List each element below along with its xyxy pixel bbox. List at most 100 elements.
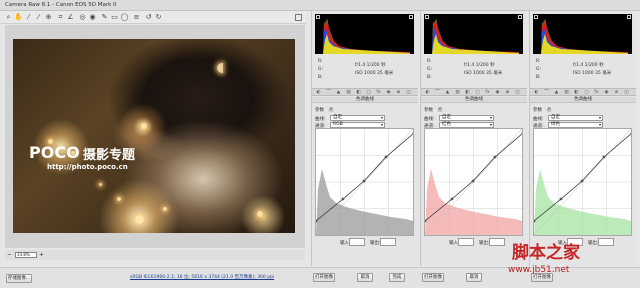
save-image-button[interactable]: 存储图像...	[6, 274, 32, 283]
curve-control-point	[384, 155, 388, 159]
tab-point[interactable]: 点	[329, 108, 334, 113]
white-balance-tool-icon[interactable]: ⁄	[24, 13, 33, 22]
tone-curve-editor[interactable]	[314, 128, 416, 236]
site-watermark-url: www.jb51.net	[508, 265, 570, 275]
curve-control-point	[450, 197, 454, 201]
tab-presets-icon[interactable]: ≣	[504, 90, 511, 95]
tab-point[interactable]: 点	[438, 108, 443, 113]
histogram	[315, 14, 414, 54]
shadow-clip-warning-icon[interactable]	[534, 15, 538, 19]
straighten-tool-icon[interactable]: ∠	[66, 13, 75, 22]
tab-detail-icon[interactable]: ▲	[553, 90, 560, 95]
tab-camera-calibration-icon[interactable]: ◉	[494, 90, 501, 95]
tab-hsl-icon[interactable]: ▤	[345, 90, 352, 95]
camera-info: R: G: B: f/1.4 1/200 秒 ISO 1000 35 毫米	[533, 56, 632, 86]
tone-curve-editor[interactable]	[423, 128, 525, 236]
input-field[interactable]	[458, 238, 474, 246]
input-field[interactable]	[349, 238, 365, 246]
shadow-clip-warning-icon[interactable]	[316, 15, 320, 19]
section-title: 色调曲线	[421, 97, 527, 103]
preview-area: POCO 摄影专题 http://photo.poco.cn DSC_XXX.C…	[5, 25, 305, 260]
crop-tool-icon[interactable]: ⌗	[56, 13, 65, 22]
tab-effects-icon[interactable]: fx	[375, 90, 382, 95]
open-image-button[interactable]: 打开图像	[422, 273, 444, 282]
zoom-out-icon[interactable]: −	[7, 252, 12, 258]
rotate-ccw-icon[interactable]: ↺	[144, 13, 153, 22]
workflow-options-link[interactable]: sRGB IEC61966-2.1; 16 位; 5616 x 3744 (21…	[130, 274, 274, 280]
adjustment-brush-icon[interactable]: ✎	[100, 13, 109, 22]
tab-split-toning-icon[interactable]: ◧	[464, 90, 471, 95]
b-readout: B:	[427, 75, 432, 80]
b-readout: B:	[318, 75, 323, 80]
tab-parametric[interactable]: 参数	[424, 108, 433, 113]
tab-camera-calibration-icon[interactable]: ◉	[603, 90, 610, 95]
tab-effects-icon[interactable]: fx	[484, 90, 491, 95]
histogram	[533, 14, 632, 54]
tab-presets-icon[interactable]: ≣	[613, 90, 620, 95]
curve-control-point	[341, 197, 345, 201]
histogram-graph	[432, 18, 519, 54]
adjust-panel-red: R: G: B: f/1.4 1/200 秒 ISO 1000 35 毫米 ◐ ⌒…	[420, 11, 527, 266]
done-button[interactable]: 完成	[389, 273, 405, 282]
tab-hsl-icon[interactable]: ▤	[454, 90, 461, 95]
moon-hairclip	[217, 63, 223, 73]
rotate-cw-icon[interactable]: ↻	[154, 13, 163, 22]
tab-detail-icon[interactable]: ▲	[444, 90, 451, 95]
tone-curve-graph[interactable]	[314, 128, 416, 236]
tab-lens-icon[interactable]: ▢	[583, 90, 590, 95]
tab-lens-icon[interactable]: ▢	[365, 90, 372, 95]
tab-basic-icon[interactable]: ◐	[424, 90, 431, 95]
tab-presets-icon[interactable]: ≣	[395, 90, 402, 95]
open-image-button[interactable]: 打开图像	[313, 273, 335, 282]
curve-preset-row: 曲线: 自定	[424, 115, 524, 122]
tab-detail-icon[interactable]: ▲	[335, 90, 342, 95]
highlight-clip-warning-icon[interactable]	[518, 15, 522, 19]
tab-parametric[interactable]: 参数	[315, 108, 324, 113]
tab-effects-icon[interactable]: fx	[593, 90, 600, 95]
curve-preset-select[interactable]: 自定	[548, 115, 603, 121]
preferences-icon[interactable]: ≡	[132, 13, 141, 22]
tab-basic-icon[interactable]: ◐	[533, 90, 540, 95]
curve-preset-select[interactable]: 自定	[330, 115, 385, 121]
g-readout: G:	[427, 67, 433, 72]
iso-info: ISO 1000 35 毫米	[355, 71, 394, 76]
g-readout: G:	[318, 67, 324, 72]
poco-url: http://photo.poco.cn	[47, 163, 128, 171]
tab-split-toning-icon[interactable]: ◧	[573, 90, 580, 95]
tab-snapshots-icon[interactable]: ◫	[405, 90, 412, 95]
shadow-clip-warning-icon[interactable]	[425, 15, 429, 19]
output-field[interactable]	[380, 238, 396, 246]
curve-preset-select[interactable]: 自定	[439, 115, 494, 121]
zoom-in-icon[interactable]: +	[39, 252, 44, 258]
tab-tone-curve-icon[interactable]: ⌒	[543, 90, 550, 95]
tab-tone-curve-icon[interactable]: ⌒	[325, 90, 332, 95]
tab-snapshots-icon[interactable]: ◫	[623, 90, 630, 95]
hand-tool-icon[interactable]: ✋	[14, 13, 23, 22]
tab-camera-calibration-icon[interactable]: ◉	[385, 90, 392, 95]
zoom-level-select[interactable]: 14.8%	[15, 252, 37, 258]
curve-subtabs: 参数 点	[315, 107, 415, 113]
color-sampler-tool-icon[interactable]: ⁄	[34, 13, 43, 22]
cancel-button[interactable]: 取消	[466, 273, 482, 282]
zoom-tool-icon[interactable]: ⌕	[4, 13, 13, 22]
graduated-filter-icon[interactable]: ▭	[110, 13, 119, 22]
tab-snapshots-icon[interactable]: ◫	[514, 90, 521, 95]
tab-split-toning-icon[interactable]: ◧	[355, 90, 362, 95]
tone-curve-graph[interactable]	[532, 128, 634, 236]
red-eye-tool-icon[interactable]: ◉	[88, 13, 97, 22]
tab-lens-icon[interactable]: ▢	[474, 90, 481, 95]
highlight-clip-warning-icon[interactable]	[409, 15, 413, 19]
tab-hsl-icon[interactable]: ▤	[563, 90, 570, 95]
tab-parametric[interactable]: 参数	[533, 108, 542, 113]
tab-tone-curve-icon[interactable]: ⌒	[434, 90, 441, 95]
tone-curve-graph[interactable]	[423, 128, 525, 236]
cancel-button[interactable]: 取消	[357, 273, 373, 282]
radial-filter-icon[interactable]: ◯	[120, 13, 129, 22]
tab-point[interactable]: 点	[547, 108, 552, 113]
highlight-clip-warning-icon[interactable]	[627, 15, 631, 19]
targeted-adjustment-tool-icon[interactable]: ⊕	[44, 13, 53, 22]
tab-basic-icon[interactable]: ◐	[315, 90, 322, 95]
tone-curve-editor[interactable]	[532, 128, 634, 236]
spot-removal-tool-icon[interactable]: ◎	[78, 13, 87, 22]
fullscreen-icon[interactable]	[295, 14, 302, 21]
